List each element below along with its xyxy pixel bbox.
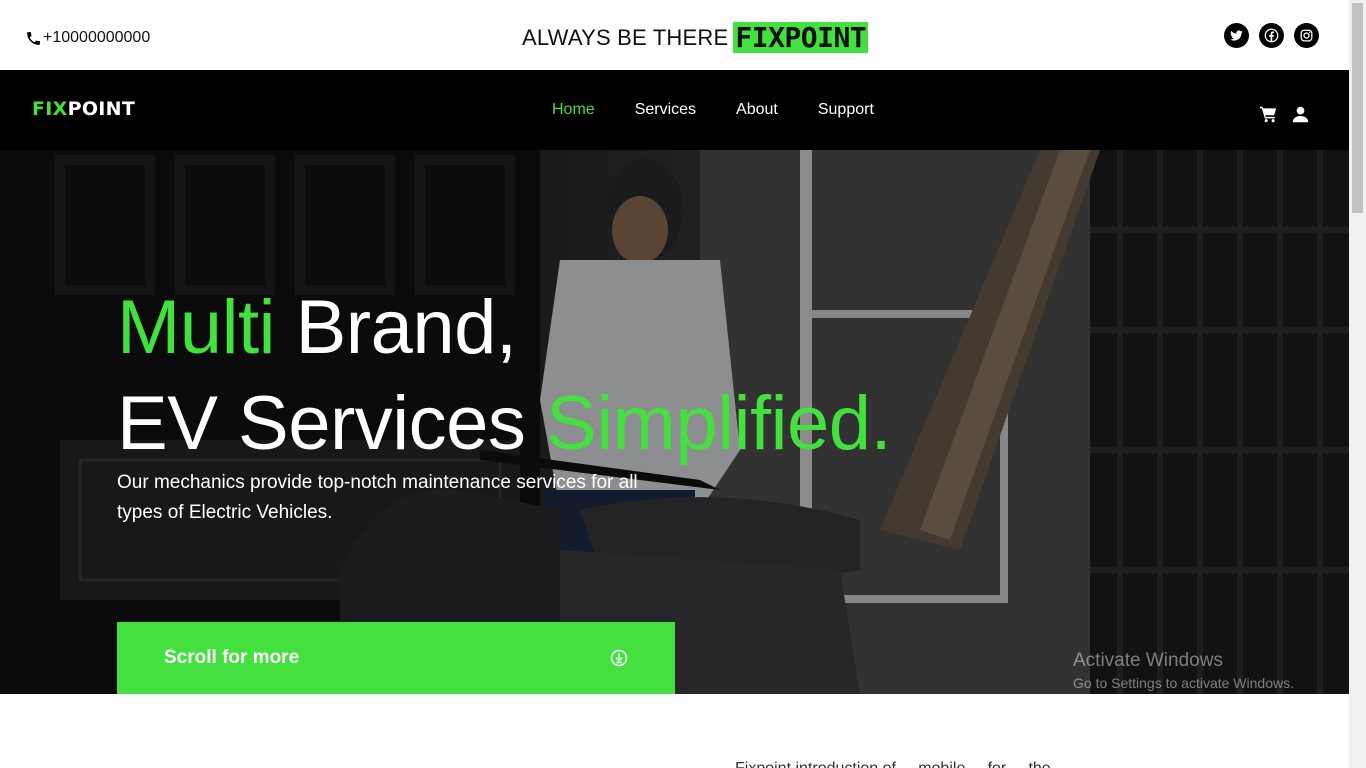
nav-links: Home Services About Support [552,101,914,119]
instagram-icon [1300,29,1313,42]
hero-headline: Multi Brand, EV Services Simplified. [117,280,892,472]
instagram-link[interactable] [1294,23,1319,48]
hero-subtitle: Our mechanics provide top-notch maintena… [117,472,638,523]
logo-fix: FIX [32,98,68,120]
scrollbar-thumb[interactable] [1352,3,1363,213]
hero-section: Multi Brand, EV Services Simplified. Our… [0,150,1349,694]
logo-point: POINT [67,98,136,120]
facebook-icon [1264,28,1279,43]
twitter-link[interactable] [1224,23,1249,48]
windows-activation-watermark: Activate Windows Go to Settings to activ… [1073,650,1294,691]
cart-icon[interactable] [1259,106,1278,123]
page-scrollbar[interactable] [1349,0,1366,768]
facebook-link[interactable] [1259,23,1284,48]
hero-word-multi: Multi [117,285,275,370]
phone-icon [27,31,40,45]
nav-link-support[interactable]: Support [818,101,874,119]
tagline: ALWAYS BE THERE FIXPOINT [522,21,869,54]
watermark-title: Activate Windows [1073,650,1223,671]
arrow-down-circle-icon [610,649,628,667]
hero-word-simplified: Simplified. [546,381,892,466]
hero-headline-line-2: EV Services Simplified. [117,376,892,472]
nav-link-services[interactable]: Services [635,101,696,119]
user-icon[interactable] [1291,106,1310,123]
main-navbar: FIXPOINT Home Services About Support [0,70,1349,150]
phone-number: +10000000000 [43,29,151,46]
hero-word-ev-services: EV Services [117,381,547,466]
tagline-brand: FIXPOINT [733,21,869,54]
twitter-icon [1230,30,1243,41]
nav-link-about[interactable]: About [736,101,778,119]
social-links [1224,23,1319,48]
phone-contact[interactable]: +10000000000 [25,29,150,47]
watermark-subtitle: Go to Settings to activate Windows. [1073,675,1294,691]
nav-icons [1259,106,1310,123]
nav-link-home[interactable]: Home [552,101,595,119]
page: +10000000000 ALWAYS BE THERE FIXPOINT FI… [0,0,1349,768]
tagline-text: ALWAYS BE THERE [522,24,729,50]
site-logo[interactable]: FIXPOINT [32,98,135,120]
hero-word-brand: Brand, [274,285,517,370]
hero-headline-line-1: Multi Brand, [117,280,891,376]
scroll-button-label: Scroll for more [164,647,300,668]
intro-text-cutoff: Fixpoint introduction of ... mobile ... … [735,760,1051,768]
scroll-for-more-button[interactable]: Scroll for more [117,622,675,694]
top-bar: +10000000000 ALWAYS BE THERE FIXPOINT [0,0,1349,70]
